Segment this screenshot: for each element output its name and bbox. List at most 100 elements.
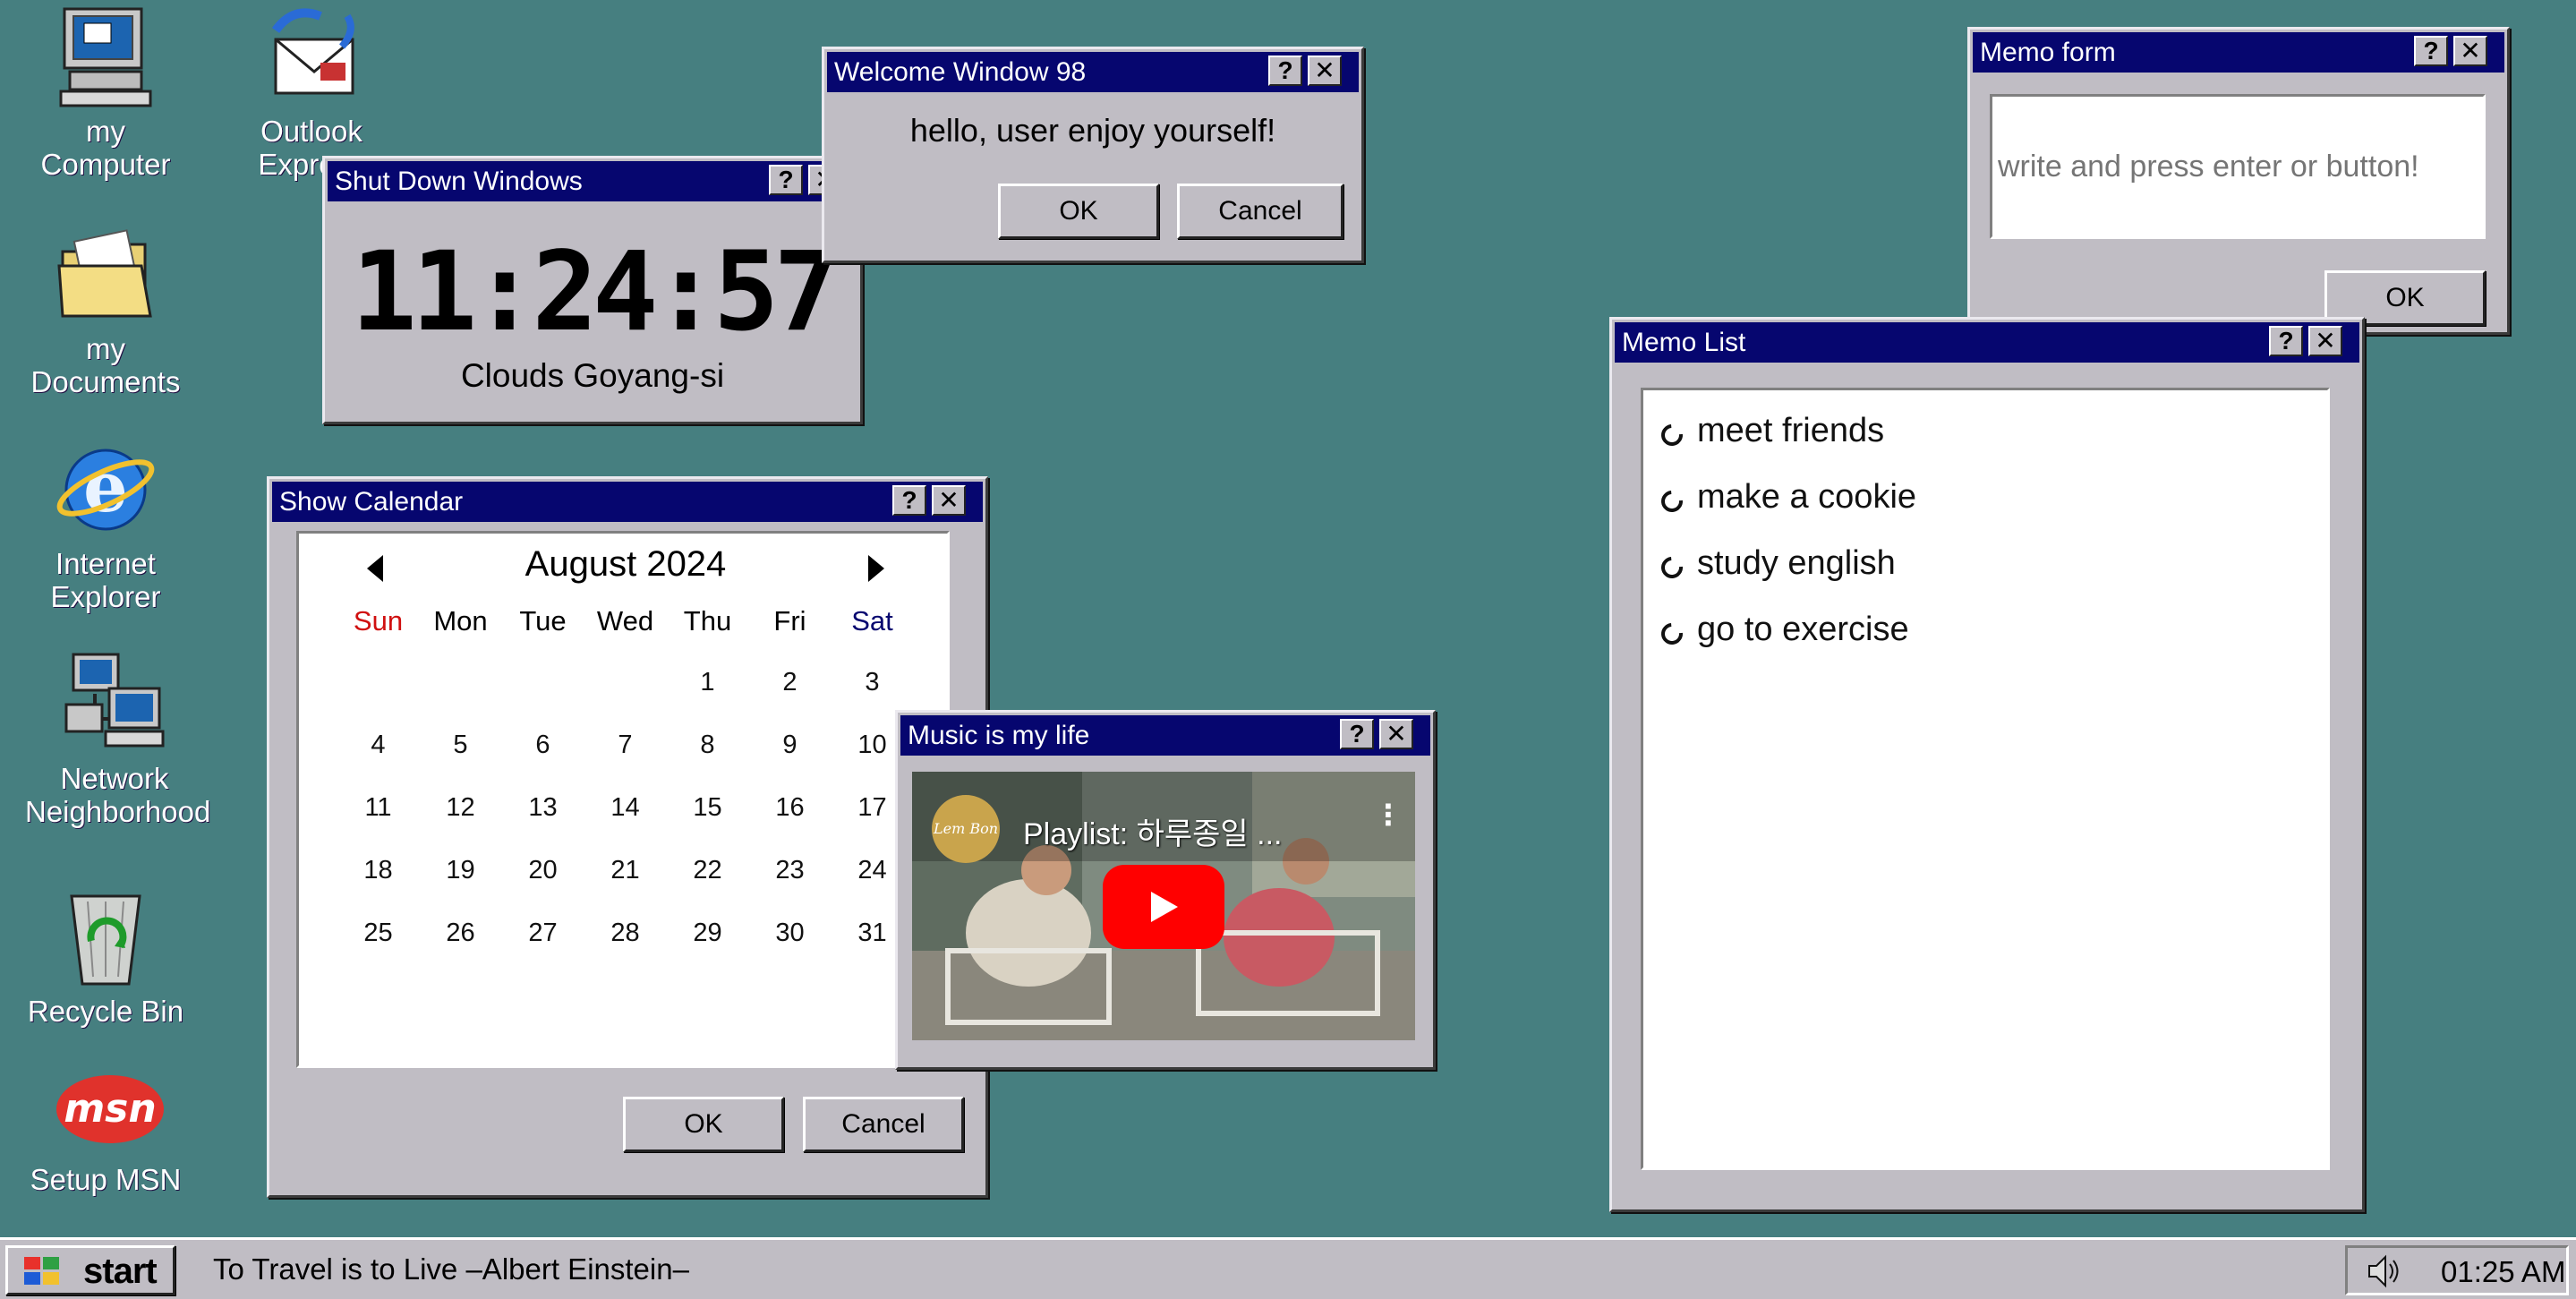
desktop-icon-network-neighborhood[interactable]: Network Neighborhood (25, 651, 211, 828)
ok-button[interactable]: OK (998, 184, 1159, 239)
desktop-icon-recycle-bin[interactable]: Recycle Bin (16, 884, 195, 1028)
memo-input[interactable] (1990, 94, 2486, 239)
recycle-bin-icon (52, 884, 159, 991)
weather-location: Clouds Goyang-si (460, 357, 725, 394)
calendar-day[interactable]: 8 (666, 731, 749, 760)
calendar-window-titlebar[interactable]: Show Calendar (272, 482, 983, 522)
list-item[interactable]: make a cookie (1643, 478, 2324, 523)
calendar-day[interactable]: 4 (337, 731, 420, 760)
desktop-icon-internet-explorer[interactable]: e Internet Explorer (16, 436, 195, 613)
network-icon (61, 651, 168, 758)
item-bullet-icon (1657, 420, 1687, 450)
memo-item-text: make a cookie (1697, 478, 1917, 516)
start-button[interactable]: start (5, 1245, 175, 1295)
calendar-day[interactable]: 21 (584, 856, 667, 885)
calendar-day[interactable]: 22 (666, 856, 749, 885)
help-button[interactable]: ? (2414, 36, 2448, 66)
close-button[interactable]: ✕ (1379, 719, 1413, 749)
help-button[interactable]: ? (892, 485, 926, 516)
memo-list-panel: meet friends make a cookie study english… (1641, 388, 2330, 1170)
more-options-icon[interactable]: ⋮ (1374, 800, 1403, 829)
help-button[interactable]: ? (1340, 719, 1374, 749)
desktop-icon-my-documents[interactable]: my Documents (16, 221, 195, 398)
calendar-day[interactable]: 13 (501, 793, 584, 823)
list-item[interactable]: meet friends (1643, 412, 2324, 457)
channel-logo: Lem Bon (932, 795, 1000, 863)
calendar-day[interactable]: 9 (748, 731, 832, 760)
quote-text: To Travel is to Live –Albert Einstein– (213, 1252, 689, 1286)
calendar-day[interactable]: 20 (501, 856, 584, 885)
clock-time: 11:24:57 (351, 228, 840, 355)
weekday-header: Wed (596, 605, 654, 637)
calendar-day[interactable]: 6 (501, 731, 584, 760)
close-button[interactable]: ✕ (2453, 36, 2487, 66)
msn-icon: msn (52, 1070, 164, 1159)
svg-text:e: e (83, 447, 128, 528)
item-bullet-icon (1657, 619, 1687, 649)
calendar-day[interactable]: 16 (748, 793, 832, 823)
window-title: Welcome Window 98 (834, 57, 1087, 87)
tray-clock: 01:25 AM (2441, 1255, 2566, 1288)
memo-list-titlebar[interactable]: Memo List (1615, 322, 2359, 363)
calendar-day[interactable]: 23 (748, 856, 832, 885)
memo-item-text: study english (1697, 544, 1896, 582)
weekday-header: Tue (519, 605, 567, 637)
calendar-day[interactable]: 5 (419, 731, 502, 760)
help-button[interactable]: ? (769, 165, 803, 195)
calendar-day[interactable]: 29 (666, 919, 749, 948)
close-button[interactable]: ✕ (932, 485, 966, 516)
next-month-arrow-icon[interactable] (868, 555, 884, 582)
close-button[interactable]: ✕ (1308, 56, 1342, 86)
help-button[interactable]: ? (1268, 56, 1302, 86)
taskbar: start To Travel is to Live –Albert Einst… (0, 1237, 2576, 1299)
memo-form-window[interactable]: Memo form ? ✕ OK (1967, 27, 2510, 335)
window-title: Show Calendar (279, 487, 464, 517)
desktop-icon-label: Explorer (50, 580, 161, 613)
calendar-day[interactable]: 27 (501, 919, 584, 948)
list-item[interactable]: go to exercise (1643, 611, 2324, 655)
desktop-icon-outlook-express[interactable]: Outlook Express (222, 4, 401, 181)
video-title[interactable]: Playlist: 하루종일 ... (1023, 809, 1354, 853)
calendar-day[interactable]: 3 (831, 668, 914, 697)
calendar-day[interactable]: 2 (748, 668, 832, 697)
cancel-button[interactable]: Cancel (1177, 184, 1343, 239)
list-item[interactable]: study english (1643, 544, 2324, 589)
desktop-icon-setup-msn[interactable]: msn Setup MSN (16, 1070, 195, 1196)
calendar-day[interactable]: 1 (666, 668, 749, 697)
window-title: Music is my life (908, 721, 1090, 750)
internet-explorer-icon: e (52, 436, 159, 543)
speaker-icon[interactable] (2366, 1253, 2401, 1289)
calendar-day[interactable]: 18 (337, 856, 420, 885)
video-player[interactable]: Lem Bon Playlist: 하루종일 ... ⋮ (912, 772, 1415, 1040)
calendar-day[interactable]: 11 (337, 793, 420, 823)
calendar-day[interactable]: 12 (419, 793, 502, 823)
desktop-icon-label: Network (60, 762, 169, 795)
weekday-header: Sat (851, 605, 893, 637)
calendar-day[interactable]: 26 (419, 919, 502, 948)
help-button[interactable]: ? (2269, 326, 2303, 356)
calendar-window[interactable]: Show Calendar ? ✕ August 2024 Sun Mon Tue W… (267, 476, 988, 1198)
ok-button[interactable]: OK (623, 1097, 784, 1152)
desktop-icon-label: Neighborhood (25, 795, 211, 828)
music-window[interactable]: Music is my life ? ✕ Lem Bon Playlist: 하… (895, 710, 1436, 1070)
desktop-icon-my-computer[interactable]: my Computer (16, 4, 195, 181)
calendar-day[interactable]: 14 (584, 793, 667, 823)
close-button[interactable]: ✕ (2308, 326, 2342, 356)
weekday-header: Mon (433, 605, 488, 637)
desktop-icon-label: Setup MSN (30, 1163, 182, 1196)
item-bullet-icon (1657, 486, 1687, 517)
system-tray: 01:25 AM (2345, 1245, 2569, 1295)
calendar-day[interactable]: 25 (337, 919, 420, 948)
calendar-day[interactable]: 15 (666, 793, 749, 823)
welcome-window[interactable]: Welcome Window 98 ? ✕ hello, user enjoy … (822, 47, 1364, 263)
calendar-day[interactable]: 7 (584, 731, 667, 760)
cancel-button[interactable]: Cancel (803, 1097, 964, 1152)
clock-window[interactable]: Shut Down Windows ? ✕ 11:24:57 Clouds Go… (322, 156, 863, 424)
calendar-day[interactable]: 30 (748, 919, 832, 948)
calendar-day[interactable]: 19 (419, 856, 502, 885)
month-label: August 2024 (525, 544, 727, 584)
play-button[interactable] (1103, 865, 1224, 949)
window-title: Memo form (1980, 38, 2116, 67)
memo-list-window[interactable]: Memo List ? ✕ meet friends make a cookie… (1609, 317, 2365, 1212)
calendar-day[interactable]: 28 (584, 919, 667, 948)
